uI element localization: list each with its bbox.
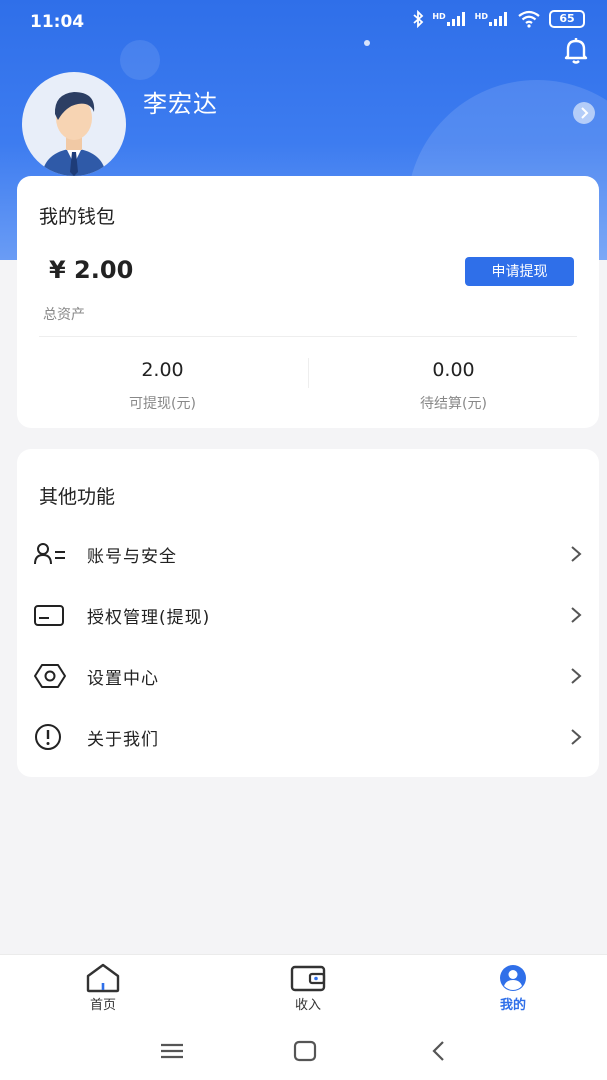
profile-name[interactable]: 李宏达 (143, 84, 218, 119)
card-icon (34, 605, 64, 626)
menu-item-account-security[interactable]: 账号与安全 (17, 523, 599, 584)
signal-icon: HD (475, 12, 509, 26)
menu-item-authorization[interactable]: 授权管理(提现) (17, 584, 599, 645)
wallet-balance: ¥ 2.00 (49, 256, 134, 284)
withdrawable-label: 可提现(元) (129, 396, 196, 412)
chevron-right-icon (571, 668, 582, 684)
wallet-icon (290, 965, 326, 992)
battery-icon: 65 (549, 10, 585, 28)
menu-icon[interactable] (157, 1036, 187, 1066)
settings-hex-icon (34, 664, 66, 688)
tab-home[interactable]: 首页 (53, 963, 153, 1013)
back-icon[interactable] (424, 1036, 454, 1066)
chevron-right-icon (571, 546, 582, 562)
tab-label: 我的 (499, 998, 526, 1013)
menu-item-settings[interactable]: 设置中心 (17, 645, 599, 706)
status-icons: HD HD 65 (412, 10, 585, 28)
user-list-icon (34, 543, 65, 565)
avatar[interactable] (22, 72, 126, 176)
chevron-right-icon (571, 729, 582, 745)
withdrawable-stat[interactable]: 2.00 可提现(元) (17, 359, 308, 413)
status-bar: 11:04 HD HD 65 (0, 0, 607, 44)
menu-item-label: 授权管理(提现) (87, 608, 211, 628)
info-icon (35, 724, 61, 750)
system-nav-bar (0, 1022, 607, 1080)
pending-stat[interactable]: 0.00 待结算(元) (308, 359, 599, 413)
menu-item-label: 设置中心 (87, 669, 159, 689)
wallet-title: 我的钱包 (39, 206, 116, 228)
profile-icon (500, 965, 526, 991)
bluetooth-icon (413, 10, 424, 28)
pending-value: 0.00 (432, 359, 475, 381)
signal-icon: HD (432, 12, 466, 26)
tab-label: 收入 (294, 998, 321, 1013)
wifi-icon (518, 10, 540, 28)
features-title: 其他功能 (39, 486, 116, 508)
features-card: 其他功能 账号与安全 授权管理(提现) 设置中心 关于我们 (17, 449, 599, 777)
home-icon (86, 963, 120, 993)
tab-label: 首页 (89, 998, 116, 1013)
wallet-card: 我的钱包 ¥ 2.00 总资产 申请提现 2.00 可提现(元) 0.00 待结… (17, 176, 599, 428)
profile-detail-chevron-icon[interactable] (573, 102, 595, 124)
apply-withdraw-button[interactable]: 申请提现 (465, 257, 574, 286)
avatar-illustration (42, 92, 106, 176)
divider (39, 336, 577, 337)
tab-mine[interactable]: 我的 (463, 963, 563, 1013)
notification-bell-icon[interactable] (559, 34, 593, 68)
menu-item-label: 账号与安全 (87, 547, 177, 567)
tab-income[interactable]: 收入 (258, 963, 358, 1013)
menu-item-about[interactable]: 关于我们 (17, 706, 599, 767)
status-time: 11:04 (30, 12, 85, 32)
decor-circle (120, 40, 160, 80)
pending-label: 待结算(元) (420, 396, 487, 412)
bottom-tab-bar: 首页 收入 我的 (0, 954, 607, 1022)
wallet-balance-label: 总资产 (43, 307, 85, 323)
chevron-right-icon (571, 607, 582, 623)
home-square-icon[interactable] (290, 1036, 320, 1066)
withdrawable-value: 2.00 (141, 359, 184, 381)
menu-item-label: 关于我们 (87, 730, 159, 750)
